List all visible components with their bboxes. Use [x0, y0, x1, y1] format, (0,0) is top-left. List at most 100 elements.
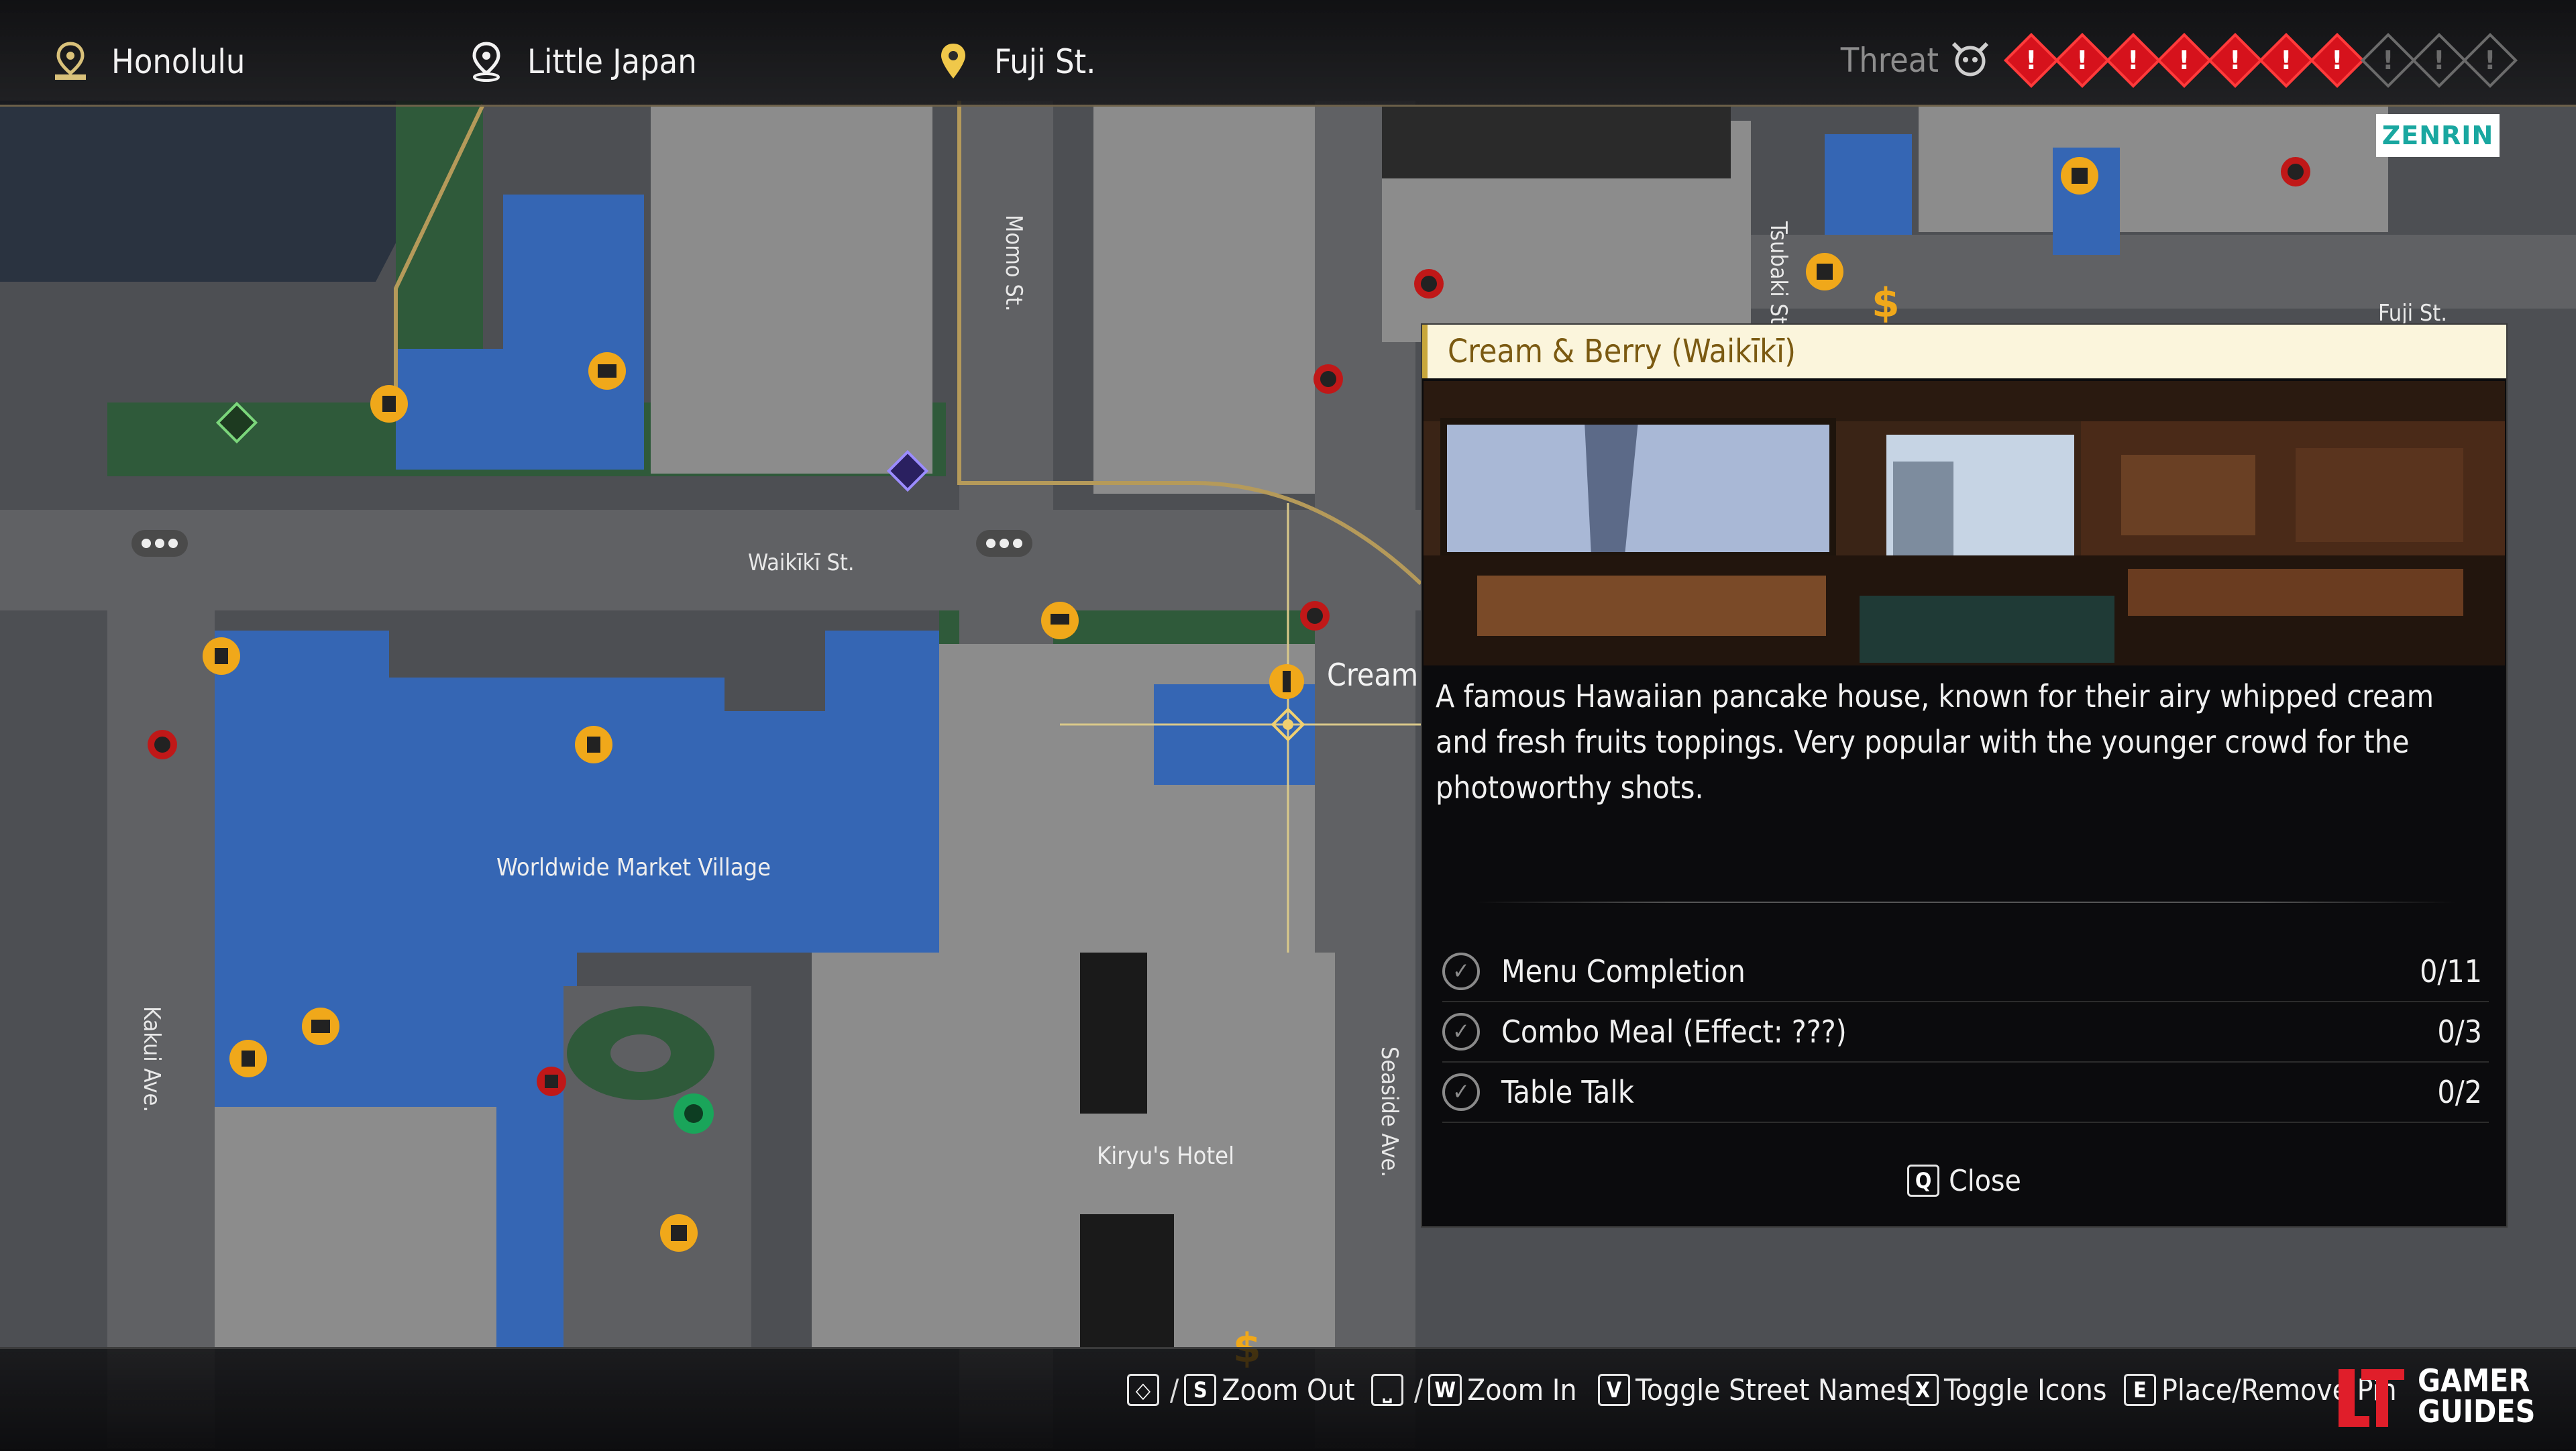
shield-icon[interactable]	[537, 1067, 566, 1096]
road-waikiki	[0, 510, 1421, 610]
ellipsis-icon	[131, 530, 188, 557]
toggle-icons-key: X	[1907, 1374, 1939, 1406]
task-name: Table Talk	[1501, 1074, 1634, 1110]
ellipsis-icon	[976, 530, 1032, 557]
place-label-market: Worldwide Market Village	[496, 854, 771, 881]
map-pin-icon	[463, 38, 510, 85]
zoom-in-label: Zoom In	[1467, 1373, 1577, 1407]
exclamation-icon: !	[2229, 46, 2241, 75]
scroll-key-icon: ◇	[1127, 1374, 1159, 1406]
breadcrumb-district: Little Japan	[463, 35, 697, 89]
threat-skull-icon	[1947, 36, 1994, 85]
task-row: ✓ Menu Completion 0/11	[1442, 942, 2489, 1002]
check-circle-icon: ✓	[1442, 1013, 1480, 1051]
task-progress: 0/2	[2437, 1074, 2482, 1110]
gamer-guides-watermark: GAMER GUIDES	[2334, 1354, 2563, 1438]
clothing-shop-icon[interactable]	[588, 352, 626, 390]
shopping-cart-icon[interactable]	[1041, 602, 1079, 639]
task-progress: 0/3	[2437, 1014, 2482, 1050]
enemy-icon[interactable]	[148, 730, 177, 759]
threat-meter: Threat !!!!!!!!!!	[1840, 32, 2518, 89]
plaza-fountain	[610, 1034, 671, 1072]
shop-icon[interactable]	[203, 637, 240, 675]
separator: /	[1414, 1373, 1424, 1407]
shop-icon[interactable]	[370, 385, 408, 423]
gamer-guides-logo-icon	[2339, 1369, 2404, 1427]
zenrin-logo: ZENRIN	[2376, 114, 2500, 157]
check-circle-icon: ✓	[1442, 1073, 1480, 1111]
exclamation-icon: !	[2025, 46, 2037, 75]
task-progress: 0/11	[2420, 953, 2482, 989]
exclamation-icon: !	[2076, 46, 2088, 75]
panel-title: Cream & Berry (Waikīkī)	[1422, 325, 2506, 378]
enemy-icon[interactable]	[1313, 364, 1343, 394]
panel-divider	[1476, 902, 2455, 903]
panel-description: A famous Hawaiian pancake house, known f…	[1436, 678, 2434, 806]
battle-icon[interactable]	[2061, 157, 2098, 195]
close-button[interactable]: Q Close	[1422, 1154, 2506, 1207]
threat-diamond-filled: !	[2156, 32, 2212, 89]
close-label: Close	[1949, 1163, 2021, 1198]
task-name: Combo Meal (Effect: ???)	[1501, 1014, 1847, 1050]
toggle-icons-label: Toggle Icons	[1944, 1373, 2107, 1407]
enemy-icon[interactable]	[2281, 157, 2310, 186]
exclamation-icon: !	[2127, 46, 2139, 75]
threat-diamond-filled: !	[2309, 32, 2365, 89]
toggle-icons-control[interactable]: X Toggle Icons	[1907, 1368, 2106, 1411]
place-label-hotel: Kiryu's Hotel	[1097, 1142, 1234, 1170]
breadcrumb-street-label: Fuji St.	[994, 42, 1096, 81]
location-marker-icon	[930, 38, 977, 85]
green-marker-icon[interactable]	[674, 1093, 714, 1134]
zoom-in-control[interactable]: ⎵ / W Zoom In	[1371, 1368, 1577, 1411]
street-label-momo: Momo St.	[1000, 215, 1027, 311]
breadcrumb-street: Fuji St.	[930, 35, 1095, 89]
exclamation-icon: !	[2382, 46, 2394, 75]
water-small	[1825, 134, 1912, 235]
toggle-street-names-control[interactable]: V Toggle Street Names	[1598, 1368, 1910, 1411]
exclamation-icon: !	[2280, 46, 2292, 75]
street-label-fuji: Fuji St.	[2378, 300, 2447, 327]
exclamation-icon: !	[2433, 46, 2445, 75]
restaurant-icon[interactable]	[1269, 664, 1304, 699]
cursor-label: Cream	[1327, 657, 1418, 693]
enemy-icon[interactable]	[1414, 269, 1444, 299]
threat-diamond-filled: !	[2207, 32, 2263, 89]
location-info-panel: Cream & Berry (Waikīkī) A famous Hawaiia…	[1421, 323, 2508, 1228]
shop-icon[interactable]	[229, 1040, 267, 1077]
watermark-text: GAMER GUIDES	[2418, 1365, 2535, 1427]
zoom-in-key: W	[1428, 1374, 1462, 1406]
threat-diamond-filled: !	[2105, 32, 2161, 89]
threat-diamond-empty: !	[2360, 32, 2416, 89]
task-row: ✓ Table Talk 0/2	[1442, 1063, 2489, 1123]
watermark-line2: GUIDES	[2418, 1393, 2536, 1430]
building	[215, 1107, 496, 1348]
zoom-out-label: Zoom Out	[1222, 1373, 1355, 1407]
money-icon[interactable]: $	[1872, 280, 1900, 327]
zoom-out-control[interactable]: ◇ / S Zoom Out	[1127, 1368, 1355, 1411]
cafe-block	[1154, 684, 1315, 785]
threat-label: Threat	[1840, 41, 1939, 80]
street-label-seaside: Seaside Ave.	[1376, 1046, 1403, 1177]
building	[1919, 105, 2388, 232]
threat-diamonds: !!!!!!!!!!	[2003, 32, 2518, 89]
close-key: Q	[1907, 1165, 1940, 1197]
shop-icon[interactable]	[575, 726, 612, 763]
exclamation-icon: !	[2484, 46, 2496, 75]
enemy-icon[interactable]	[1300, 601, 1330, 631]
threat-diamond-filled: !	[2054, 32, 2110, 89]
spacebar-key-icon: ⎵	[1371, 1374, 1403, 1406]
clothing-shop-icon[interactable]	[302, 1008, 339, 1045]
street-label-tsubaki: Tsubaki St.	[1765, 221, 1792, 331]
map-pin-icon	[47, 38, 94, 85]
street-label-kakui: Kakui Ave.	[138, 1006, 165, 1112]
exclamation-icon: !	[2178, 46, 2190, 75]
threat-diamond-empty: !	[2411, 32, 2467, 89]
battle-icon[interactable]	[660, 1214, 698, 1252]
battle-icon[interactable]	[1806, 253, 1843, 290]
threat-diamond-empty: !	[2462, 32, 2518, 89]
task-name: Menu Completion	[1501, 953, 1746, 989]
building-hotel	[812, 953, 1335, 1348]
restaurant-photo	[1424, 381, 2505, 665]
separator: /	[1170, 1373, 1179, 1407]
breadcrumb-region-label: Honolulu	[111, 42, 246, 81]
